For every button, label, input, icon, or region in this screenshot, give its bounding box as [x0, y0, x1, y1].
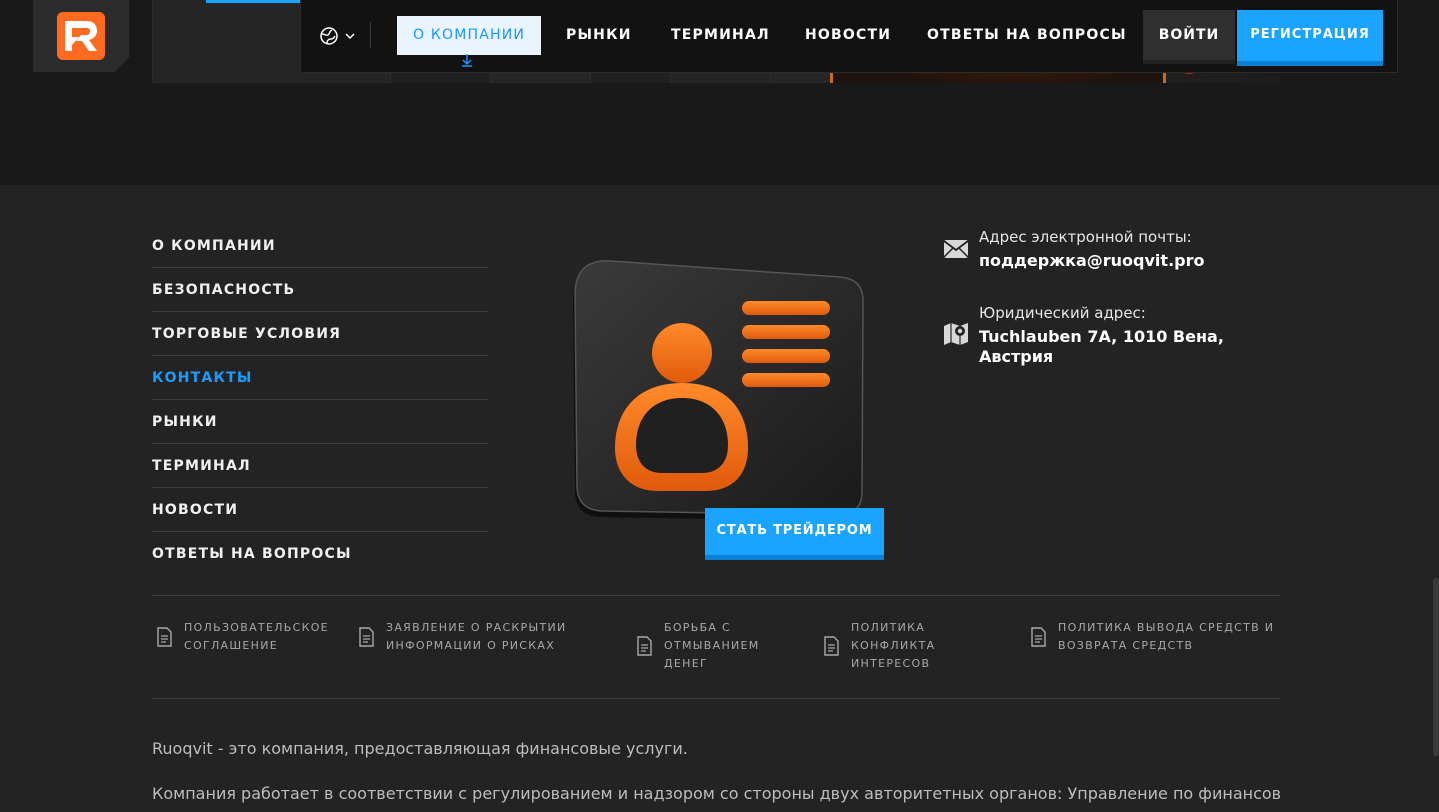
- policy-text: ИНФОРМАЦИИ О РИСКАХ: [386, 639, 556, 652]
- policy-text: ПОЛИТИКА ВЫВОДА СРЕДСТВ И: [1058, 621, 1275, 634]
- policy-conflict-of-interest[interactable]: ПОЛИТИКА КОНФЛИКТА ИНТЕРЕСОВ: [823, 619, 935, 673]
- policy-text: БОРЬБА С: [664, 621, 732, 634]
- about-text-regulation: Компания работает в соответствии с регул…: [152, 784, 1282, 803]
- policy-text: СОГЛАШЕНИЕ: [184, 639, 279, 652]
- logo-container[interactable]: [33, 0, 129, 72]
- email-link[interactable]: поддержка@ruoqvit.pro: [979, 251, 1239, 271]
- footer-nav-about[interactable]: О КОМПАНИИ: [152, 225, 488, 268]
- policy-anti-money-laundering[interactable]: БОРЬБА С ОТМЫВАНИЕМ ДЕНЕГ: [636, 619, 760, 673]
- document-icon: [637, 636, 652, 656]
- policy-text: ПОЛЬЗОВАТЕЛЬСКОЕ: [184, 621, 329, 634]
- policy-text: ИНТЕРЕСОВ: [851, 657, 931, 670]
- scrollbar-thumb[interactable]: [1433, 578, 1439, 756]
- email-label: Адрес электронной почты:: [979, 228, 1192, 246]
- contact-card-illustration: [573, 260, 864, 521]
- footer-nav-markets[interactable]: РЫНКИ: [152, 400, 488, 444]
- nav-markets[interactable]: РЫНКИ: [566, 16, 632, 55]
- nav-faq[interactable]: ОТВЕТЫ НА ВОПРОСЫ: [927, 16, 1127, 55]
- policy-text: ПОЛИТИКА: [851, 621, 926, 634]
- footer-nav-security[interactable]: БЕЗОПАСНОСТЬ: [152, 268, 488, 312]
- nav-about[interactable]: О КОМПАНИИ: [397, 16, 542, 55]
- footer: О КОМПАНИИ БЕЗОПАСНОСТЬ ТОРГОВЫЕ УСЛОВИЯ…: [0, 185, 1439, 812]
- policy-text: ЗАЯВЛЕНИЕ О РАСКРЫТИИ: [386, 621, 567, 634]
- login-button[interactable]: ВОЙТИ: [1143, 10, 1235, 64]
- policy-text: ОТМЫВАНИЕМ: [664, 639, 760, 652]
- document-icon: [1031, 627, 1046, 647]
- footer-nav-faq[interactable]: ОТВЕТЫ НА ВОПРОСЫ: [152, 532, 488, 576]
- document-icon: [157, 627, 172, 647]
- arrow-down-icon: [462, 54, 472, 67]
- become-trader-button[interactable]: СТАТЬ ТРЕЙДЕРОМ: [705, 508, 884, 560]
- policy-text: КОНФЛИКТА: [851, 639, 936, 652]
- footer-nav-news[interactable]: НОВОСТИ: [152, 488, 488, 532]
- divider: [370, 22, 371, 48]
- document-icon: [359, 627, 374, 647]
- divider: [152, 595, 1280, 596]
- policy-withdrawal-refund[interactable]: ПОЛИТИКА ВЫВОДА СРЕДСТВ И ВОЗВРАТА СРЕДСТ…: [1030, 619, 1274, 655]
- policy-text: ВОЗВРАТА СРЕДСТВ: [1058, 639, 1194, 652]
- document-icon: [824, 636, 839, 656]
- brand-logo[interactable]: [57, 12, 105, 60]
- chevron-down-icon: [345, 33, 355, 39]
- language-selector[interactable]: [319, 24, 359, 48]
- register-button[interactable]: РЕГИСТРАЦИЯ: [1237, 10, 1383, 66]
- address-value: Tuchlauben 7A, 1010 Вена, Австрия: [979, 327, 1224, 366]
- address-label: Юридический адрес:: [979, 304, 1146, 322]
- envelope-icon: [943, 240, 969, 258]
- top-navbar: О КОМПАНИИ РЫНКИ ТЕРМИНАЛ НОВОСТИ ОТВЕТЫ…: [300, 0, 1398, 73]
- footer-nav-trading-conditions[interactable]: ТОРГОВЫЕ УСЛОВИЯ: [152, 312, 488, 356]
- footer-nav: О КОМПАНИИ БЕЗОПАСНОСТЬ ТОРГОВЫЕ УСЛОВИЯ…: [152, 225, 488, 576]
- policy-risk-disclosure[interactable]: ЗАЯВЛЕНИЕ О РАСКРЫТИИ ИНФОРМАЦИИ О РИСКАХ: [358, 619, 567, 655]
- footer-nav-contacts[interactable]: КОНТАКТЫ: [152, 356, 488, 400]
- nav-news[interactable]: НОВОСТИ: [805, 16, 891, 55]
- divider: [152, 698, 1280, 699]
- nav-terminal[interactable]: ТЕРМИНАЛ: [671, 16, 770, 55]
- about-text: Ruoqvit - это компания, предоставляющая …: [152, 739, 688, 758]
- policy-text: ДЕНЕГ: [664, 657, 708, 670]
- policy-user-agreement[interactable]: ПОЛЬЗОВАТЕЛЬСКОЕ СОГЛАШЕНИЕ: [156, 619, 329, 655]
- globe-icon: [320, 27, 338, 45]
- map-icon: [944, 323, 968, 345]
- footer-nav-terminal[interactable]: ТЕРМИНАЛ: [152, 444, 488, 488]
